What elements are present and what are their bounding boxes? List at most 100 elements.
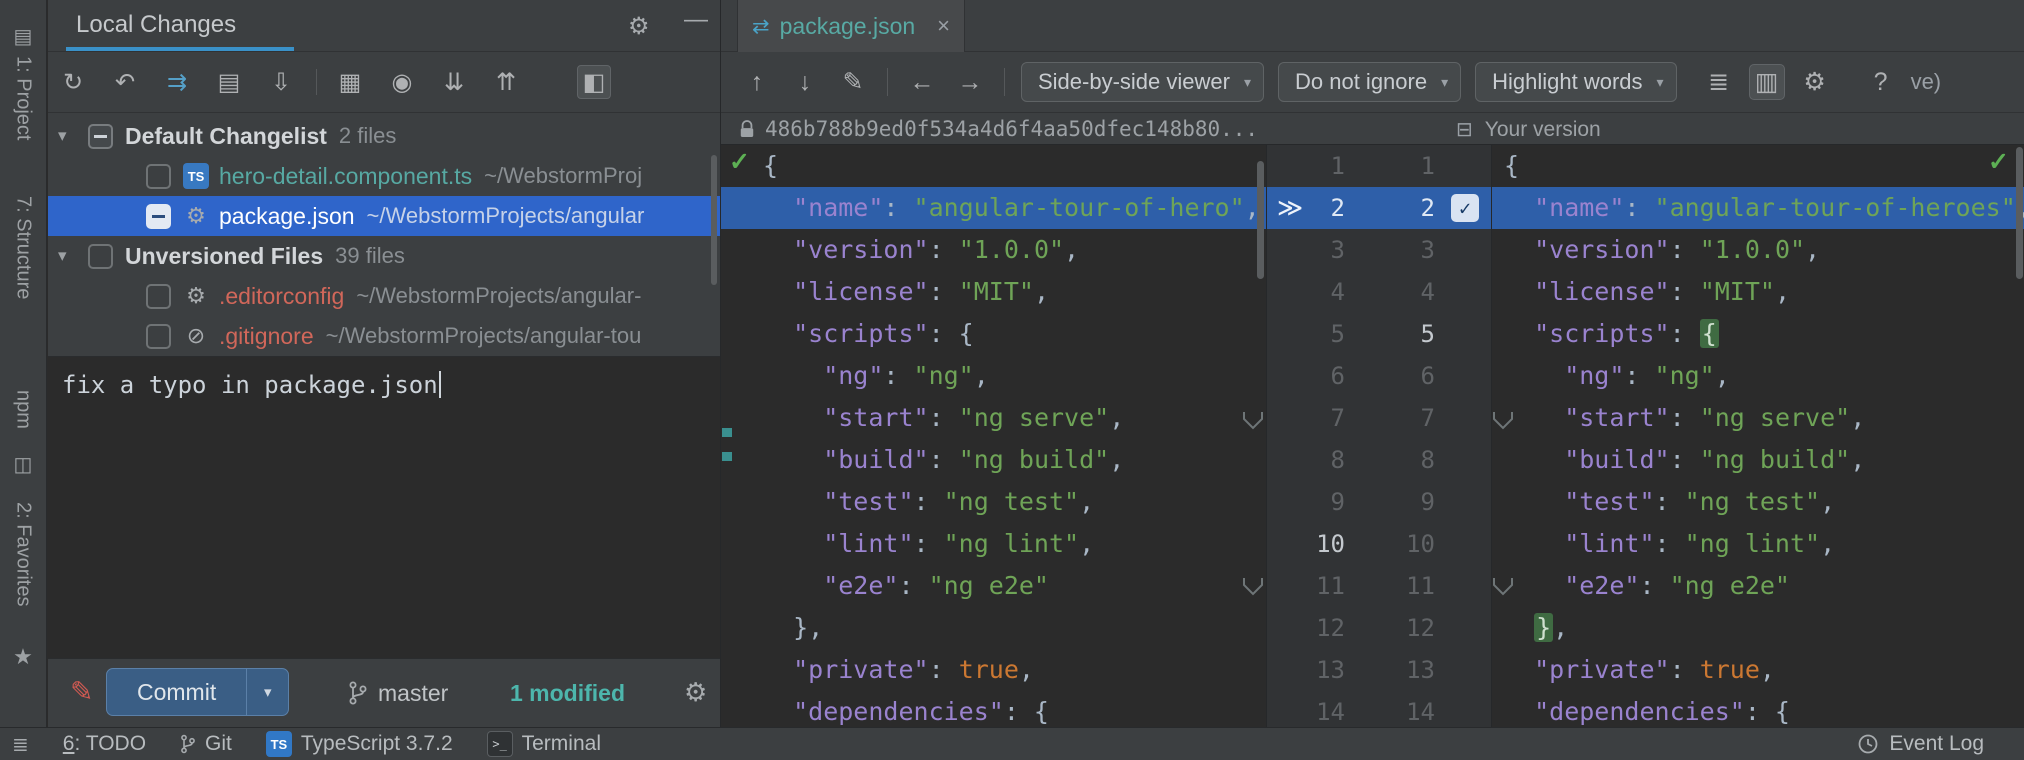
statusbar-todo[interactable]: 6: TODO <box>63 732 146 756</box>
line-number-right: 8 <box>1420 446 1435 474</box>
vcs-toolbar: ↻ ↶ ⇉ ▤ ⇩ ▦ ◉ ⇊ ⇈ ◧ <box>48 52 720 113</box>
gutter-row: 77 <box>1267 397 1491 439</box>
back-icon[interactable]: ← <box>904 64 940 100</box>
move-to-changelist-icon[interactable]: ⇉ <box>160 65 194 99</box>
rollback-icon[interactable]: ↶ <box>108 65 142 99</box>
branch-widget[interactable]: master <box>348 659 448 727</box>
statusbar-git[interactable]: Git <box>180 732 232 756</box>
viewer-mode-dropdown[interactable]: Side-by-side viewer ▾ <box>1021 62 1264 102</box>
ts-file-icon: TS <box>183 163 209 189</box>
commit-button-label[interactable]: Commit <box>107 669 246 715</box>
expand-all-icon[interactable]: ⇊ <box>437 65 471 99</box>
stripe-item-structure[interactable]: 7: Structure <box>12 196 35 299</box>
jump-to-source-icon[interactable]: ✎ <box>835 64 871 100</box>
collapse-icon[interactable]: ⊟ <box>1456 117 1473 142</box>
collapse-all-icon[interactable]: ⇈ <box>489 65 523 99</box>
scrollbar[interactable] <box>1257 161 1264 279</box>
row-checkbox[interactable] <box>146 283 171 309</box>
tab-label[interactable]: package.json <box>780 13 916 40</box>
edit-pencil-icon[interactable]: ✎ <box>70 675 93 708</box>
gear-icon[interactable]: ⚙ <box>628 12 650 41</box>
diff-viewer: ⇄ package.json × ↑ ↓ ✎ ← → Side-by-side viewe… <box>720 0 2024 727</box>
commit-message-input[interactable]: fix a typo in package.json <box>48 356 720 658</box>
tree-row-package-json[interactable]: ⚙ package.json ~/WebstormProjects/angular <box>48 196 720 236</box>
file-count: 39 files <box>335 243 405 268</box>
hide-panel-icon[interactable]: — <box>684 6 708 34</box>
whitespace-dropdown[interactable]: Do not ignore ▾ <box>1278 62 1462 102</box>
status-bar: ≣ 6: TODO Git TS TypeScript 3.7.2 >_ Ter… <box>0 727 2024 760</box>
tree-row-unversioned-files[interactable]: ▾ Unversioned Files 39 files <box>48 236 720 276</box>
code-line: "license": "MIT", <box>1504 277 1791 306</box>
chevron-down-icon: ▾ <box>1656 73 1664 90</box>
row-checkbox[interactable] <box>146 323 171 349</box>
tree-row-gitignore[interactable]: ⊘ .gitignore ~/WebstormProjects/angular-to… <box>48 316 720 356</box>
two-columns-icon[interactable]: ▥ <box>1748 64 1785 100</box>
favorites-star-icon[interactable]: ★ <box>13 644 33 670</box>
tree-row-editorconfig[interactable]: ⚙ .editorconfig ~/WebstormProjects/angular… <box>48 276 720 316</box>
branch-name[interactable]: master <box>378 680 448 707</box>
project-folder-icon[interactable]: ▤ <box>14 24 33 49</box>
toggle-details-icon[interactable]: ◧ <box>577 65 611 99</box>
highlight-mode-dropdown[interactable]: Highlight words ▾ <box>1475 62 1677 102</box>
commit-options-dropdown[interactable]: ▾ <box>246 669 288 715</box>
statusbar-event-log[interactable]: Event Log <box>1857 732 1984 756</box>
settings-gear-icon[interactable]: ⚙ <box>1797 64 1833 100</box>
code-line: "lint": "ng lint", <box>1504 529 1836 558</box>
tab-package-json[interactable]: ⇄ package.json × <box>737 0 965 52</box>
line-number-right: 11 <box>1406 572 1435 600</box>
shelve-icon[interactable]: ⇩ <box>264 65 298 99</box>
row-checkbox[interactable] <box>146 203 171 229</box>
left-revision-title: 486b788b9ed0f534a4d6f4aa50dfec148b80... <box>765 117 1259 141</box>
code-line: "private": true, <box>1504 655 1775 684</box>
close-tab-icon[interactable]: × <box>937 13 950 39</box>
previous-change-icon[interactable]: ↑ <box>739 64 775 100</box>
clipped-text: ve) <box>1910 69 1942 94</box>
tool-window-icon[interactable]: ◫ <box>14 452 33 477</box>
refresh-icon[interactable]: ↻ <box>56 65 90 99</box>
tab-local-changes[interactable]: Local Changes <box>76 11 236 39</box>
changes-tree[interactable]: ▾ Default Changelist 2 files TS hero-detail.… <box>48 113 720 356</box>
group-by-icon[interactable]: ▦ <box>333 65 367 99</box>
right-revision-title: Your version <box>1484 117 1601 141</box>
stripe-item-project[interactable]: 1: Project <box>12 56 35 140</box>
line-number-right: 12 <box>1406 614 1435 642</box>
tree-row-default-changelist[interactable]: ▾ Default Changelist 2 files <box>48 116 720 156</box>
show-diff-icon[interactable]: ▤ <box>212 65 246 99</box>
commit-button[interactable]: Commit ▾ <box>106 668 290 716</box>
gutter-row: 11 11 <box>1267 565 1491 607</box>
next-change-icon[interactable]: ↓ <box>787 64 823 100</box>
statusbar-typescript[interactable]: TS TypeScript 3.7.2 <box>265 731 453 757</box>
tree-scrollbar[interactable] <box>711 155 717 285</box>
diff-toolbar: ↑ ↓ ✎ ← → Side-by-side viewer ▾ Do not ignore ▾ H… <box>721 52 2024 113</box>
line-number-left: 13 <box>1316 656 1345 684</box>
gutter-row: 33 <box>1267 229 1491 271</box>
stripe-item-npm[interactable]: npm <box>12 390 35 429</box>
tree-row-hero-detail-component-ts[interactable]: TS hero-detail.component.ts ~/WebstormProj <box>48 156 720 196</box>
gear-icon[interactable]: ⚙ <box>684 677 707 708</box>
row-checkbox[interactable] <box>88 243 113 269</box>
line-number-left: 3 <box>1330 236 1345 264</box>
expand-arrow-icon[interactable]: ▾ <box>58 246 88 266</box>
scrollbar[interactable] <box>2016 147 2023 279</box>
expand-arrow-icon[interactable]: ▾ <box>58 126 88 146</box>
help-icon[interactable]: ? <box>1863 64 1899 100</box>
inspection-ok-icon: ✓ <box>1988 148 2009 176</box>
code-line: "scripts": { <box>763 319 974 348</box>
row-checkbox[interactable] <box>146 163 171 189</box>
toolbar-divider <box>316 69 317 95</box>
code-line: "lint": "ng lint", <box>763 529 1095 558</box>
code-line: }, <box>763 613 824 642</box>
tool-window-switcher-icon[interactable]: ≣ <box>12 732 29 757</box>
gear-file-icon: ⚙ <box>186 283 206 308</box>
gutter-row: 55 <box>1267 313 1491 355</box>
collapse-unchanged-icon[interactable]: ≣ <box>1701 64 1737 100</box>
diff-right-pane[interactable]: { "name": "angular-tour-of-heroes", "ver… <box>1492 145 2024 727</box>
statusbar-terminal[interactable]: >_ Terminal <box>486 731 601 757</box>
include-change-checkbox[interactable]: ✓ <box>1451 194 1479 222</box>
modified-count-badge[interactable]: 1 modified <box>510 659 625 727</box>
diff-left-pane[interactable]: { "name": "angular-tour-of-hero", "versi… <box>721 145 1266 727</box>
preview-diff-icon[interactable]: ◉ <box>385 65 419 99</box>
forward-icon[interactable]: → <box>952 64 988 100</box>
stripe-item-favorites[interactable]: 2: Favorites <box>12 502 35 606</box>
row-checkbox[interactable] <box>88 123 113 149</box>
